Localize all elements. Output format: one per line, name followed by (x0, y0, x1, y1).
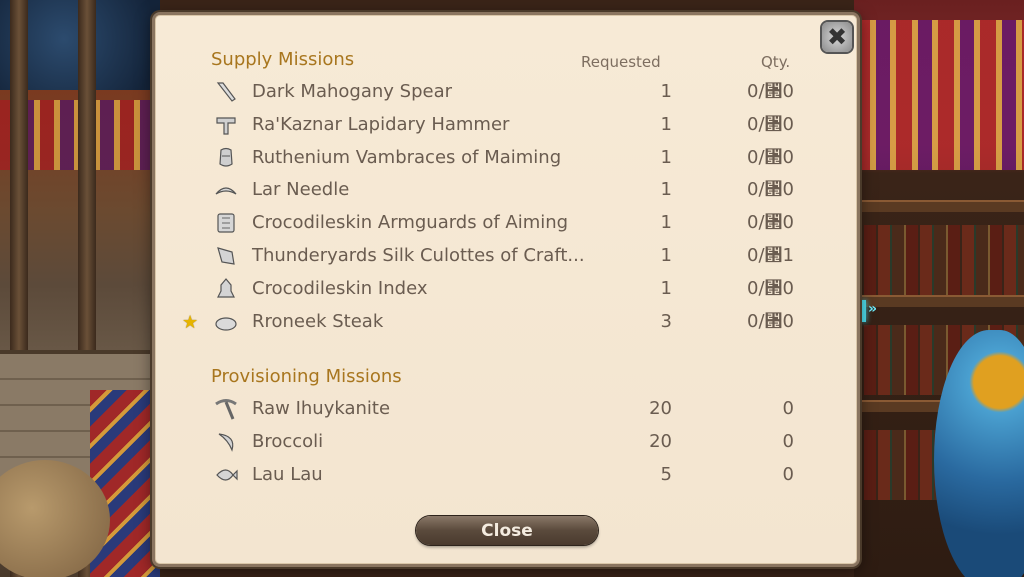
needle-icon (215, 187, 237, 195)
requested-count: 20 (649, 398, 672, 419)
mission-row[interactable]: Lar Needle 1 0/⑒0 (180, 176, 820, 206)
vambraces-icon (219, 147, 233, 167)
bookshelf (854, 295, 1024, 307)
requested-count: 1 (660, 277, 672, 299)
quantity: 0/⑒0 (747, 146, 794, 168)
item-name: Rroneek Steak (252, 310, 384, 332)
mission-row[interactable]: ★ Rroneek Steak 3 0/⑒0 (180, 308, 820, 338)
mission-row[interactable]: Ruthenium Vambraces of Maiming 1 0/⑒0 (180, 144, 820, 174)
quantity: 0/⑒0 (747, 179, 794, 201)
pickaxe-icon (215, 399, 237, 420)
item-name: Thunderyards Silk Culottes of Craft... (252, 245, 585, 266)
mission-row[interactable]: Raw Ihuykanite 20 0 (180, 395, 820, 425)
index-icon (217, 277, 235, 298)
sickle-icon (218, 433, 234, 452)
requested-count: 3 (660, 310, 672, 332)
quantity: 0/⑒1 (747, 245, 794, 266)
requested-count: 1 (660, 81, 672, 102)
spear-icon (216, 82, 236, 102)
mission-row[interactable]: Broccoli 20 0 (180, 428, 820, 458)
books (864, 225, 1024, 295)
item-name: Ruthenium Vambraces of Maiming (252, 146, 562, 168)
provisioning-missions-title: Provisioning Missions (211, 366, 402, 387)
quantity: 0 (782, 463, 794, 485)
side-tab-indicator[interactable] (862, 300, 866, 322)
mission-row[interactable]: Crocodileskin Armguards of Aiming 1 0/⑒0 (180, 209, 820, 239)
quantity: 0/⑒0 (747, 212, 794, 234)
item-name: Dark Mahogany Spear (252, 81, 453, 102)
mission-row[interactable]: Crocodileskin Index 1 0/⑒0 (180, 275, 820, 305)
item-name: Raw Ihuykanite (252, 398, 391, 419)
close-button[interactable]: Close (416, 516, 598, 545)
item-name: Broccoli (252, 430, 324, 452)
requested-count: 1 (660, 179, 672, 201)
item-name: Ra'Kaznar Lapidary Hammer (252, 113, 510, 135)
requested-count: 5 (660, 463, 672, 485)
quantity: 0 (782, 398, 794, 419)
mission-row[interactable]: Lau Lau 5 0 (180, 461, 820, 491)
item-name: Lar Needle (252, 179, 350, 201)
quantity: 0 (782, 430, 794, 452)
mission-row[interactable]: Dark Mahogany Spear 1 0/⑒0 (180, 78, 820, 108)
quantity: 0/⑒0 (747, 310, 794, 332)
item-name: Lau Lau (252, 463, 323, 485)
requested-count: 1 (660, 113, 672, 135)
requested-count: 1 (660, 212, 672, 234)
armguards-icon (217, 213, 235, 233)
requested-count: 20 (649, 430, 672, 452)
expand-arrow-icon[interactable]: » (868, 301, 877, 317)
culottes-icon (217, 247, 235, 265)
quantity: 0/⑒0 (747, 81, 794, 102)
fish-icon (216, 469, 238, 481)
quantity: 0/⑒0 (747, 277, 794, 299)
favorite-star-icon: ★ (182, 311, 199, 333)
hanging-banner (854, 20, 1024, 170)
quantity: 0/⑒0 (747, 113, 794, 135)
hammer-icon (216, 117, 236, 135)
item-name: Crocodileskin Armguards of Aiming (252, 212, 569, 234)
requested-count: 1 (660, 146, 672, 168)
requested-count: 1 (660, 245, 672, 266)
supply-missions-title: Supply Missions (211, 49, 355, 70)
requested-column-header: Requested (581, 53, 661, 71)
steak-icon (215, 316, 237, 331)
bookshelf (854, 200, 1024, 212)
item-name: Crocodileskin Index (252, 277, 428, 299)
mission-row[interactable]: Thunderyards Silk Culottes of Craft... 1 0… (180, 242, 820, 272)
close-window-icon[interactable]: ✖ (822, 22, 852, 52)
mission-row[interactable]: Ra'Kaznar Lapidary Hammer 1 0/⑒0 (180, 111, 820, 141)
qty-column-header: Qty. (761, 53, 791, 71)
